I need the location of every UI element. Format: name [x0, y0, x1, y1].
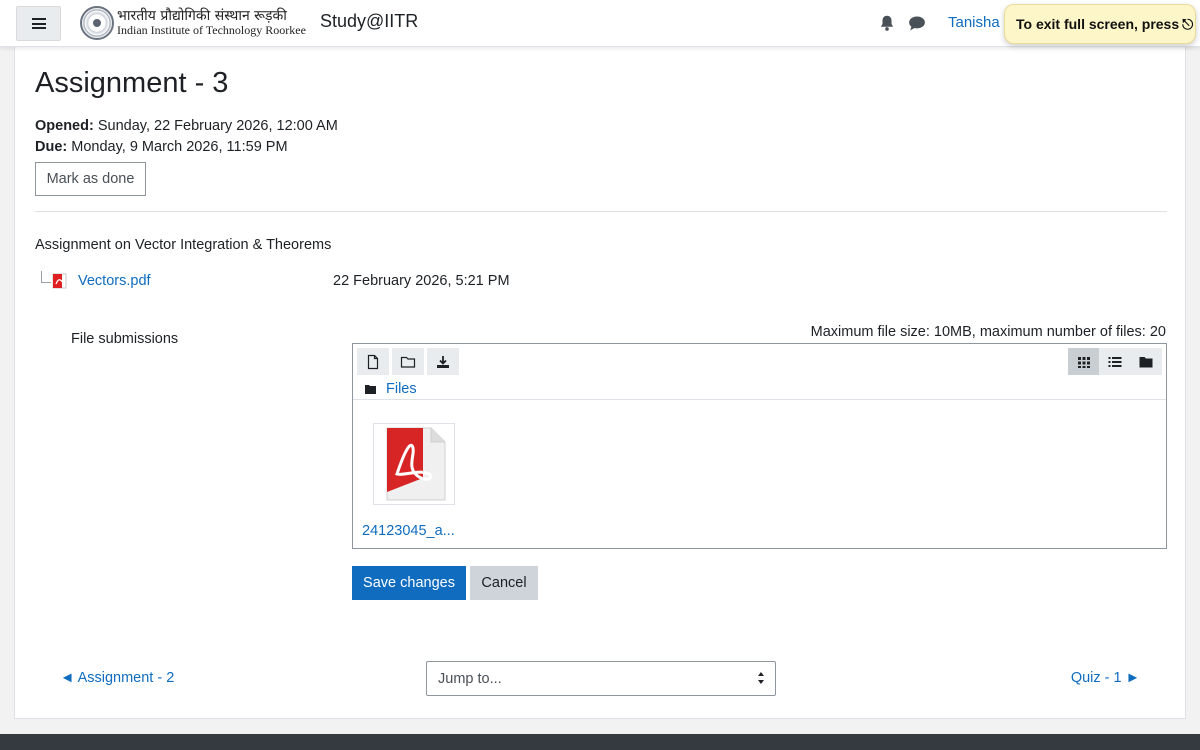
mark-as-done-button[interactable]: Mark as done [35, 162, 146, 196]
page-title: Assignment - 3 [35, 67, 229, 99]
add-file-icon[interactable] [357, 348, 389, 375]
pdf-icon [52, 273, 67, 289]
attachment-link[interactable]: Vectors.pdf [78, 273, 151, 289]
file-limits-text: Maximum file size: 10MB, maximum number … [810, 324, 1166, 340]
jump-to-value: Jump to... [438, 671, 502, 687]
assignment-description: Assignment on Vector Integration & Theor… [35, 237, 332, 253]
assignment-card: Assignment - 3 Opened: Sunday, 22 Februa… [14, 47, 1186, 719]
escape-key-icon: ⎋ [1182, 15, 1194, 32]
chat-icon[interactable] [908, 14, 926, 32]
next-activity-link[interactable]: Quiz - 1 ► [1071, 670, 1140, 686]
files-breadcrumb[interactable]: Files [386, 381, 417, 397]
uploaded-file-thumbnail[interactable] [373, 423, 455, 505]
opened-date: Opened: Sunday, 22 February 2026, 12:00 … [35, 118, 338, 134]
jump-to-select[interactable]: Jump to... [426, 661, 776, 696]
uploaded-file-name[interactable]: 24123045_a... [362, 523, 455, 539]
list-view-icon[interactable] [1099, 348, 1131, 375]
attachment-date: 22 February 2026, 5:21 PM [333, 273, 510, 289]
tree-connector [41, 271, 51, 283]
cancel-button[interactable]: Cancel [470, 566, 538, 600]
fullscreen-toast-text: To exit full screen, press [1016, 16, 1180, 32]
iitr-logo[interactable]: भारतीय प्रौद्योगिकी संस्थान रूड़की India… [80, 6, 316, 40]
file-submissions-label: File submissions [71, 331, 179, 347]
opened-value: Sunday, 22 February 2026, 12:00 AM [93, 118, 338, 134]
download-icon[interactable] [427, 348, 459, 375]
logo-english-text: Indian Institute of Technology Roorkee [117, 23, 306, 38]
opened-label: Opened: [35, 118, 94, 134]
file-manager-toolbar: Files [353, 344, 1166, 400]
create-folder-icon[interactable] [392, 348, 424, 375]
logo-hindi-text: भारतीय प्रौद्योगिकी संस्थान रूड़की [117, 8, 287, 25]
select-arrows-icon [758, 672, 764, 684]
grid-view-icon[interactable] [1068, 348, 1100, 375]
folder-icon [365, 385, 376, 394]
save-changes-button[interactable]: Save changes [352, 566, 466, 600]
due-date: Due: Monday, 9 March 2026, 11:59 PM [35, 139, 288, 155]
bell-icon[interactable] [878, 14, 896, 32]
divider [35, 211, 1167, 212]
tree-view-icon[interactable] [1130, 348, 1162, 375]
fullscreen-exit-toast: To exit full screen, press ⎋ [1004, 4, 1196, 44]
due-value: Monday, 9 March 2026, 11:59 PM [67, 139, 288, 155]
due-label: Due: [35, 139, 68, 155]
previous-activity-link[interactable]: ◄ Assignment - 2 [60, 670, 174, 686]
iitr-seal-icon [80, 6, 114, 40]
site-name[interactable]: Study@IITR [320, 11, 418, 32]
file-manager: Files 24123045_a... [352, 343, 1167, 549]
page-footer [0, 734, 1200, 750]
pdf-icon [386, 427, 446, 501]
hamburger-icon[interactable] [16, 6, 61, 41]
